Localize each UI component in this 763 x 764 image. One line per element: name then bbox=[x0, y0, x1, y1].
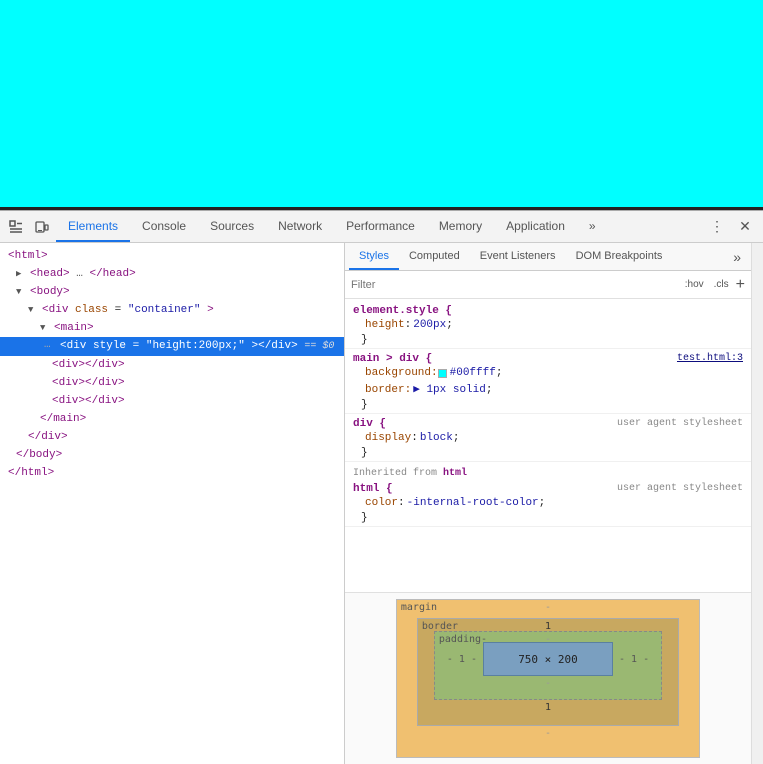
settings-button[interactable]: ⋮ bbox=[705, 215, 729, 239]
dom-line-main-close[interactable]: </main> bbox=[0, 410, 344, 428]
subtab-event-listeners[interactable]: Event Listeners bbox=[470, 243, 566, 270]
add-style-button[interactable]: + bbox=[736, 277, 745, 293]
subtabs-more-button[interactable]: » bbox=[727, 249, 747, 265]
box-model-section: margin - border 1 padding- - bbox=[345, 592, 751, 764]
rule-element-style: element.style { height : 200px ; } bbox=[345, 303, 751, 349]
box-model-diagram: margin - border 1 padding- - bbox=[353, 599, 743, 758]
tab-console[interactable]: Console bbox=[130, 211, 198, 242]
browser-viewport bbox=[0, 0, 763, 210]
content-size: 750 × 200 bbox=[518, 653, 578, 666]
rule-div-ua: div { user agent stylesheet display : bl… bbox=[345, 416, 751, 462]
source-link-test[interactable]: test.html:3 bbox=[677, 353, 743, 364]
margin-bottom-val: - bbox=[545, 728, 551, 739]
left-side-vals: - 1 - bbox=[447, 654, 477, 665]
dom-line-div-2[interactable]: <div></div> bbox=[0, 374, 344, 392]
devtools-main: <html> ▶ <head> … </head> ▼ <body> ▼ <di… bbox=[0, 243, 763, 764]
color-swatch-background[interactable] bbox=[438, 369, 447, 378]
border-bottom-val: 1 bbox=[545, 702, 551, 713]
inherited-from-label: Inherited from html bbox=[345, 464, 751, 481]
hov-filter-button[interactable]: :hov bbox=[682, 278, 707, 291]
rule-main-div: main > div { test.html:3 background: #00… bbox=[345, 351, 751, 414]
devtools-toolbar: Elements Console Sources Network Perform… bbox=[0, 211, 763, 243]
dom-line-html-close[interactable]: </html> bbox=[0, 464, 344, 482]
scrollbar[interactable] bbox=[751, 243, 763, 764]
prop-color: color : -internal-root-color ; bbox=[353, 495, 743, 512]
content-box: 750 × 200 bbox=[483, 642, 613, 676]
tab-network[interactable]: Network bbox=[266, 211, 334, 242]
padding-top-val: - bbox=[545, 634, 551, 645]
styles-content[interactable]: element.style { height : 200px ; } main … bbox=[345, 299, 751, 592]
margin-label: margin bbox=[401, 602, 437, 613]
right-side-vals: - 1 - bbox=[619, 654, 649, 665]
dom-line-div-1[interactable]: <div></div> bbox=[0, 356, 344, 374]
device-mode-button[interactable] bbox=[30, 215, 54, 239]
dom-line-div-3[interactable]: <div></div> bbox=[0, 392, 344, 410]
dom-line-main-open[interactable]: ▼ <main> bbox=[0, 319, 344, 337]
prop-background: background: #00ffff ; bbox=[353, 365, 743, 382]
tab-more[interactable]: » bbox=[577, 211, 608, 242]
prop-border: border: ▶ 1px solid ; bbox=[353, 382, 743, 399]
subtab-styles[interactable]: Styles bbox=[349, 243, 399, 270]
cls-filter-button[interactable]: .cls bbox=[711, 278, 732, 291]
dom-line-div-close[interactable]: </div> bbox=[0, 428, 344, 446]
styles-panel: Styles Computed Event Listeners DOM Brea… bbox=[345, 243, 751, 764]
toolbar-right-buttons: ⋮ ✕ bbox=[705, 215, 759, 239]
tab-elements[interactable]: Elements bbox=[56, 211, 130, 242]
tab-memory[interactable]: Memory bbox=[427, 211, 494, 242]
prop-display: display : block ; bbox=[353, 430, 743, 447]
devtools-tabs: Elements Console Sources Network Perform… bbox=[56, 211, 705, 242]
dom-line-body-open[interactable]: ▼ <body> bbox=[0, 283, 344, 301]
tab-performance[interactable]: Performance bbox=[334, 211, 427, 242]
inspect-element-button[interactable] bbox=[4, 215, 28, 239]
styles-filter-bar: :hov .cls + bbox=[345, 271, 751, 299]
subtab-dom-breakpoints[interactable]: DOM Breakpoints bbox=[566, 243, 673, 270]
rule-html-ua: html { user agent stylesheet color : -in… bbox=[345, 481, 751, 527]
dom-line-body-close[interactable]: </body> bbox=[0, 446, 344, 464]
dom-line-html[interactable]: <html> bbox=[0, 247, 344, 265]
tab-sources[interactable]: Sources bbox=[198, 211, 266, 242]
devtools-panel: Elements Console Sources Network Perform… bbox=[0, 210, 763, 764]
styles-filter-input[interactable] bbox=[351, 279, 678, 291]
subtab-computed[interactable]: Computed bbox=[399, 243, 470, 270]
prop-height: height : 200px ; bbox=[353, 317, 743, 334]
dom-line-head[interactable]: ▶ <head> … </head> bbox=[0, 265, 344, 283]
tab-application[interactable]: Application bbox=[494, 211, 577, 242]
close-devtools-button[interactable]: ✕ bbox=[733, 215, 757, 239]
dom-line-div-container[interactable]: ▼ <div class = "container" > bbox=[0, 301, 344, 319]
styles-subtabs: Styles Computed Event Listeners DOM Brea… bbox=[345, 243, 751, 271]
dom-line-div-style[interactable]: … <div style = "height:200px;" ></div> =… bbox=[0, 337, 344, 356]
margin-top-val: - bbox=[545, 602, 551, 613]
padding-label: padding- bbox=[439, 634, 487, 645]
dom-tree-panel[interactable]: <html> ▶ <head> … </head> ▼ <body> ▼ <di… bbox=[0, 243, 345, 764]
padding-bottom-val: - bbox=[545, 678, 551, 689]
